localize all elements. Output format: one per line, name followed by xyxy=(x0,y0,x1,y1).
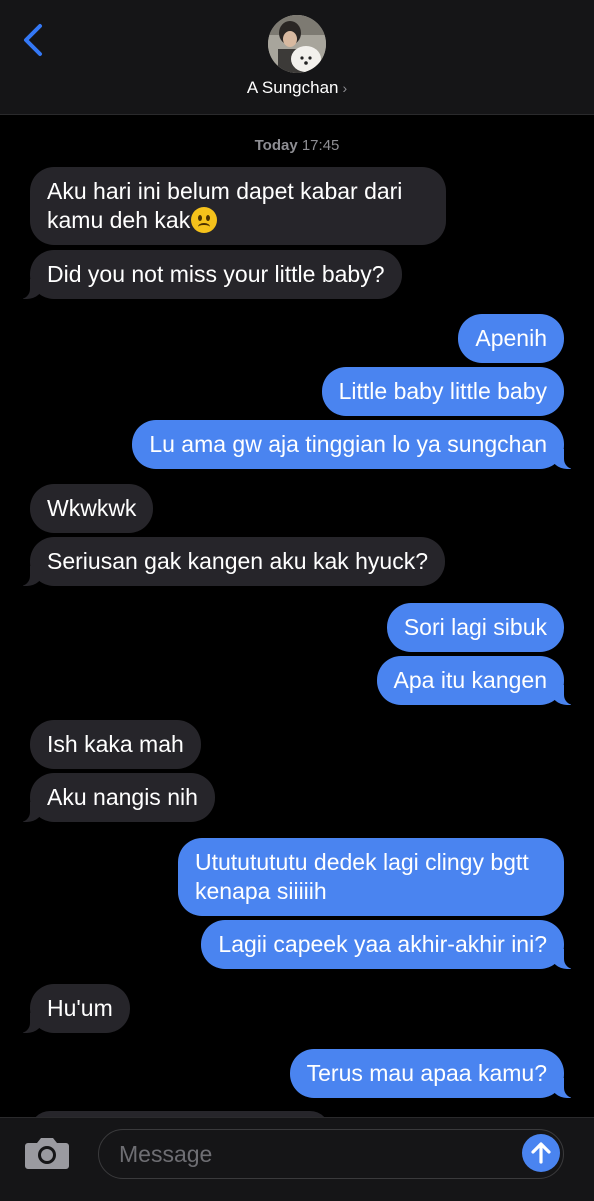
message-text: Did you not miss your little baby? xyxy=(47,261,385,287)
message-bubble-outgoing[interactable]: Little baby little baby xyxy=(321,367,564,416)
message-bubble-incoming[interactable]: Aku hari ini belum dapet kabar dari kamu… xyxy=(30,167,446,245)
chevron-right-icon: › xyxy=(342,80,348,96)
message-text: Lu ama gw aja tinggian lo ya sungchan xyxy=(149,431,547,457)
message-bubble-incoming[interactable]: Aku nangis nih xyxy=(20,773,215,822)
message-bubble-incoming[interactable]: Seriusan gak kangen aku kak hyuck? xyxy=(19,537,446,586)
message-text: Ish kaka mah xyxy=(47,731,184,757)
message-text: Hu'um xyxy=(47,995,113,1021)
message-text: Little baby little baby xyxy=(338,378,547,404)
message-bubble-outgoing[interactable]: Sori lagi sibuk xyxy=(386,603,564,652)
message-text: Lagii capeek yaa akhir-akhir ini? xyxy=(218,931,547,957)
message-text: Wkwkwk xyxy=(47,495,137,521)
message-bubble-outgoing[interactable]: Apa itu kangen xyxy=(376,656,575,705)
message-bubble-incoming[interactable]: Ish kaka mah xyxy=(30,720,201,769)
message-composer xyxy=(0,1117,594,1201)
message-bubble-outgoing[interactable]: Lagii capeek yaa akhir-akhir ini? xyxy=(201,920,574,969)
message-bubble-outgoing[interactable]: Apenih xyxy=(458,314,564,363)
message-text: Aku hari ini belum dapet kabar dari kamu… xyxy=(47,178,403,233)
message-text: Sori lagi sibuk xyxy=(403,614,547,640)
message-text: Seriusan gak kangen aku kak hyuck? xyxy=(47,548,429,574)
message-bubble-incoming[interactable]: Wkwkwk xyxy=(30,484,154,533)
frowning-face-emoji-icon xyxy=(191,207,218,233)
message-text: Aku nangis nih xyxy=(47,784,198,810)
camera-icon[interactable] xyxy=(24,1134,70,1170)
message-text: Terus mau apaa kamu? xyxy=(306,1060,547,1086)
message-timestamp: Today 17:45 xyxy=(0,137,594,154)
message-bubble-outgoing[interactable]: Utututututu dedek lagi clingy bgtt kenap… xyxy=(178,838,564,916)
contact-name-link[interactable]: A Sungchan › xyxy=(0,78,594,98)
message-text: Apa itu kangen xyxy=(393,667,547,693)
timestamp-day: Today xyxy=(254,137,298,154)
message-bubble-outgoing[interactable]: Terus mau apaa kamu? xyxy=(289,1049,575,1098)
message-bubble-incoming[interactable]: Did you not miss your little baby? xyxy=(20,250,402,299)
arrow-up-icon xyxy=(531,1142,551,1164)
conversation-header: A Sungchan › xyxy=(0,0,594,115)
avatar-photo-icon xyxy=(268,15,326,73)
message-bubble-outgoing[interactable]: Lu ama gw aja tinggian lo ya sungchan xyxy=(132,420,574,469)
send-button[interactable] xyxy=(522,1134,560,1172)
message-text: Apenih xyxy=(475,325,547,351)
message-bubble-incoming[interactable]: Hu'um xyxy=(20,984,130,1033)
avatar[interactable] xyxy=(268,15,326,73)
timestamp-time: 17:45 xyxy=(301,137,340,154)
message-text: Utututututu dedek lagi clingy bgtt kenap… xyxy=(195,849,529,904)
back-chevron-icon[interactable] xyxy=(20,22,46,58)
message-input[interactable] xyxy=(98,1129,564,1179)
contact-name: A Sungchan xyxy=(246,78,339,97)
